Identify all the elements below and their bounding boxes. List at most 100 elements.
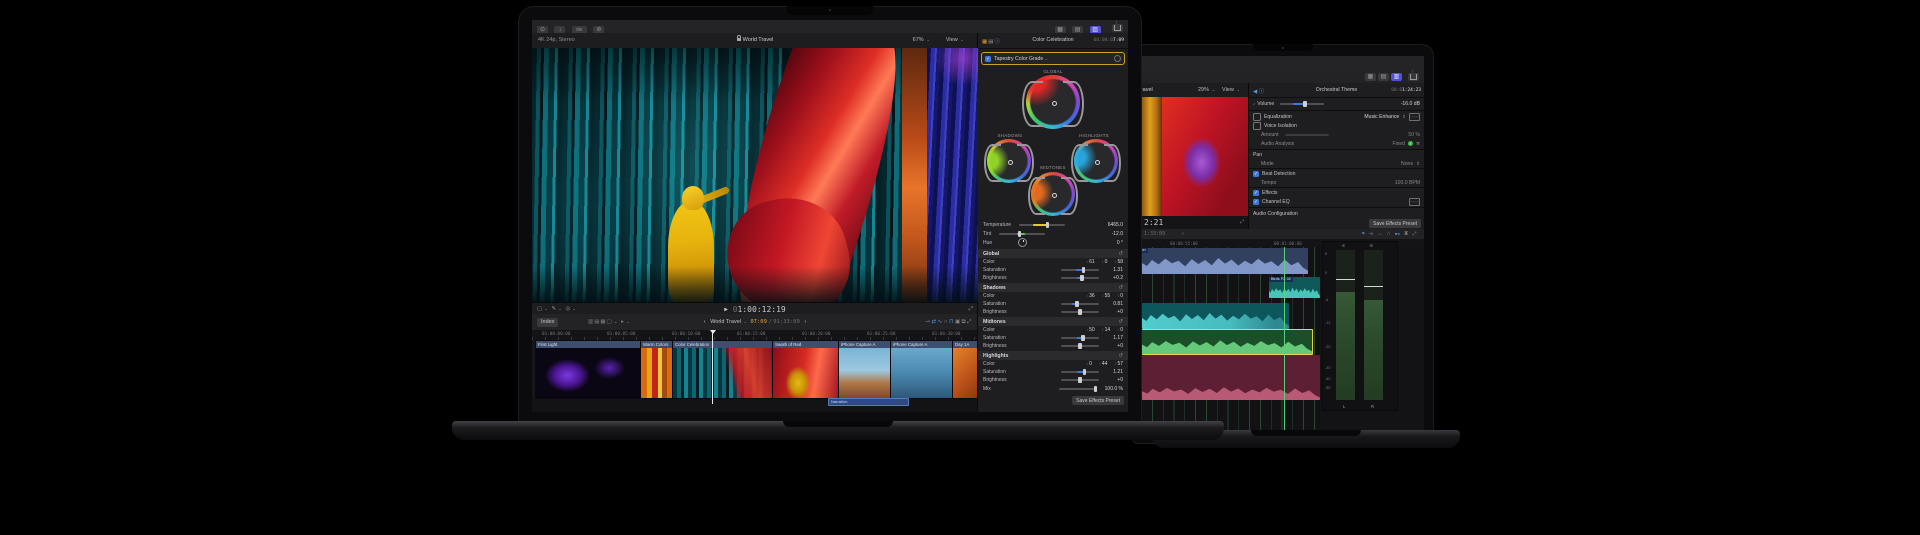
highlights-brightness-row[interactable]: Brightness +0 bbox=[978, 376, 1128, 384]
clip-iphone-capture-a-2[interactable]: iPhone Capture A bbox=[890, 340, 954, 399]
shadows-wheel-label: SHADOWS bbox=[997, 133, 1023, 138]
eq-thumbnail-icon[interactable] bbox=[1409, 112, 1420, 121]
clip-iphone-capture-a-1[interactable]: iPhone Capture A bbox=[838, 340, 892, 399]
global-color-wheel[interactable] bbox=[1022, 75, 1084, 129]
audio-analysis-row: Audio Analysis Fixed ✓ ⚒ bbox=[1261, 140, 1420, 147]
reset-icon[interactable]: ↺ bbox=[1118, 319, 1123, 325]
back-timeline-total: 1:33:09 bbox=[1144, 231, 1166, 237]
midtones-color-row[interactable]: Color ↕50 ↕14 ↕0 bbox=[978, 326, 1128, 334]
birds-fx-clip[interactable]: Birds FX 02 bbox=[1269, 277, 1320, 298]
shadows-color-row[interactable]: Color ↕36 ↕55 ↕0 bbox=[978, 292, 1128, 300]
back-zoom-select[interactable]: 29% ⌄ bbox=[1198, 87, 1215, 93]
clip-day-1a[interactable]: Day 1A bbox=[952, 340, 980, 399]
global-saturation-row[interactable]: Saturation 1.31 bbox=[978, 266, 1128, 274]
amount-row[interactable]: Amount 50 % bbox=[1249, 130, 1424, 139]
viewer-fullscreen-icon[interactable]: ⤢ bbox=[969, 306, 973, 313]
clip-first-light[interactable]: First Light bbox=[535, 340, 642, 399]
back-view-select[interactable]: View ⌄ bbox=[1222, 87, 1240, 93]
fullscreen-icon[interactable]: ⤢ bbox=[1240, 219, 1244, 225]
effect-menu-icon[interactable] bbox=[1114, 55, 1121, 62]
shadows-saturation-row[interactable]: Saturation 0.81 bbox=[978, 300, 1128, 308]
back-project-title: World Travel bbox=[1142, 87, 1153, 93]
mix-row[interactable]: Mix 100.0 % bbox=[978, 385, 1128, 393]
shadows-color-wheel[interactable] bbox=[983, 139, 1035, 183]
equalization-row[interactable]: Equalization Music Enhance ⇕ bbox=[1249, 112, 1424, 121]
voice-isolation-row[interactable]: Voice Isolation bbox=[1249, 121, 1424, 130]
audio-configuration-row[interactable]: Audio Configuration bbox=[1249, 209, 1424, 218]
narration-connected-clip[interactable]: Narration bbox=[828, 398, 909, 406]
beat-detection-checkbox[interactable]: ✓ bbox=[1253, 170, 1259, 177]
midtones-saturation-row[interactable]: Saturation 1.17 bbox=[978, 334, 1128, 342]
save-effects-preset-button[interactable]: Save Effects Preset bbox=[1072, 396, 1124, 405]
midtones-section-header[interactable]: Midtones ↺ bbox=[978, 317, 1128, 326]
effect-checkbox[interactable]: ✓ bbox=[985, 55, 991, 62]
next-project-button[interactable]: › bbox=[1182, 231, 1184, 237]
back-timeline-icons[interactable]: ⌗ ⊸ ↔ ∩ ⊷ ▣ ⤢ bbox=[1362, 231, 1418, 237]
effect-preset-dropdown[interactable]: ✓ Tapestry Color Grade ⌄ bbox=[981, 52, 1125, 65]
midtones-color-wheel[interactable] bbox=[1027, 172, 1079, 216]
volume-row[interactable]: ♪ Volume -16.0 dB bbox=[1249, 99, 1424, 108]
viewer-zoom-select[interactable]: 67% ⌄ bbox=[913, 37, 930, 43]
ambience-audio-clip[interactable] bbox=[1142, 303, 1289, 329]
highlights-color-row[interactable]: Color ↕0 ↕44 ↕57 bbox=[978, 360, 1128, 368]
highlights-section-header[interactable]: Highlights ↺ bbox=[978, 351, 1128, 360]
channel-eq-row[interactable]: ✓ Channel EQ bbox=[1249, 197, 1424, 206]
back-playhead[interactable] bbox=[1284, 247, 1285, 432]
back-viewer bbox=[1142, 97, 1248, 216]
meter-right bbox=[1364, 250, 1383, 400]
highlights-color-wheel[interactable] bbox=[1070, 139, 1122, 183]
hue-knob[interactable] bbox=[1018, 238, 1028, 247]
inspector-duration: 00:00:07:09 bbox=[1093, 37, 1124, 43]
color-inspector: ▦▤ⓘ Color Celebration 00:00:07:09 ✓ Tape… bbox=[977, 33, 1128, 412]
list-view-button[interactable]: ▤ bbox=[1378, 72, 1389, 81]
temperature-slider[interactable] bbox=[1019, 221, 1066, 228]
browser-view-button[interactable]: ▦ bbox=[1365, 72, 1376, 81]
next-project-button[interactable]: › bbox=[804, 319, 806, 325]
temperature-row[interactable]: Temperature 6465.0 bbox=[978, 220, 1128, 229]
timeline-right-icons[interactable]: ⊸⇄∿∩⊓▣⧉⤢ bbox=[925, 319, 973, 326]
music-audio-clip-selected[interactable] bbox=[1142, 329, 1313, 355]
meter-label-r: R bbox=[1371, 404, 1375, 409]
clip-color-celebration[interactable]: Color Celebration bbox=[672, 340, 774, 399]
share-button[interactable] bbox=[1112, 21, 1123, 32]
play-icon[interactable]: ▶ bbox=[724, 306, 728, 313]
save-effects-preset-button[interactable]: Save Effects Preset bbox=[1369, 219, 1421, 228]
timeline-clips: First Light Warm Colors Color Celebratio… bbox=[532, 340, 980, 399]
clip-warm-colors[interactable]: Warm Colors bbox=[640, 340, 674, 399]
hue-row[interactable]: Hue 0 ° bbox=[978, 238, 1128, 247]
inspector-toggle-button[interactable]: ▥ bbox=[1391, 72, 1402, 81]
tint-slider[interactable] bbox=[999, 230, 1046, 237]
effects-row[interactable]: ✓ Effects bbox=[1249, 188, 1424, 197]
shadows-brightness-row[interactable]: Brightness +0 bbox=[978, 308, 1128, 316]
viewer-view-select[interactable]: View ⌄ bbox=[946, 37, 964, 43]
midtones-brightness-row[interactable]: Brightness +0 bbox=[978, 342, 1128, 350]
waveform bbox=[1269, 287, 1320, 298]
channel-eq-checkbox[interactable]: ✓ bbox=[1253, 198, 1259, 205]
amount-slider[interactable] bbox=[1284, 133, 1329, 136]
beat-detection-row[interactable]: ✓ Beat Detection bbox=[1249, 169, 1424, 178]
shadows-section-header[interactable]: Shadows ↺ bbox=[978, 283, 1128, 292]
global-brightness-row[interactable]: Brightness +0.2 bbox=[978, 274, 1128, 282]
voice-isolation-checkbox[interactable] bbox=[1253, 121, 1261, 130]
mode-row[interactable]: Mode None ⇕ bbox=[1249, 159, 1424, 168]
clip-swath-of-red[interactable]: Swath of Red bbox=[772, 340, 840, 399]
previous-project-button[interactable]: ‹ bbox=[704, 319, 706, 325]
timeline-current-timecode: 07:09 bbox=[750, 318, 767, 325]
channel-eq-curve-icon[interactable] bbox=[1409, 197, 1420, 206]
global-section-header[interactable]: Global ↺ bbox=[978, 249, 1128, 258]
analysis-tool-icon[interactable]: ⚒ bbox=[1416, 141, 1420, 147]
reset-icon[interactable]: ↺ bbox=[1118, 251, 1123, 257]
front-playhead[interactable] bbox=[709, 330, 716, 404]
volume-slider[interactable] bbox=[1280, 100, 1325, 107]
share-button[interactable] bbox=[1408, 70, 1419, 81]
highlights-saturation-row[interactable]: Saturation 1.21 bbox=[978, 368, 1128, 376]
tint-row[interactable]: Tint -12.0 bbox=[978, 229, 1128, 238]
global-color-row[interactable]: Color ↕61 ↕0 ↕58 bbox=[978, 258, 1128, 266]
effects-checkbox[interactable]: ✓ bbox=[1253, 189, 1259, 196]
reset-icon[interactable]: ↺ bbox=[1118, 285, 1123, 291]
timeline-project-select[interactable]: World Travel ⌄ bbox=[710, 319, 747, 325]
drums-audio-clip[interactable] bbox=[1142, 355, 1320, 400]
equalization-checkbox[interactable] bbox=[1253, 112, 1261, 121]
reset-icon[interactable]: ↺ bbox=[1118, 353, 1123, 359]
share-icon bbox=[1114, 21, 1121, 31]
